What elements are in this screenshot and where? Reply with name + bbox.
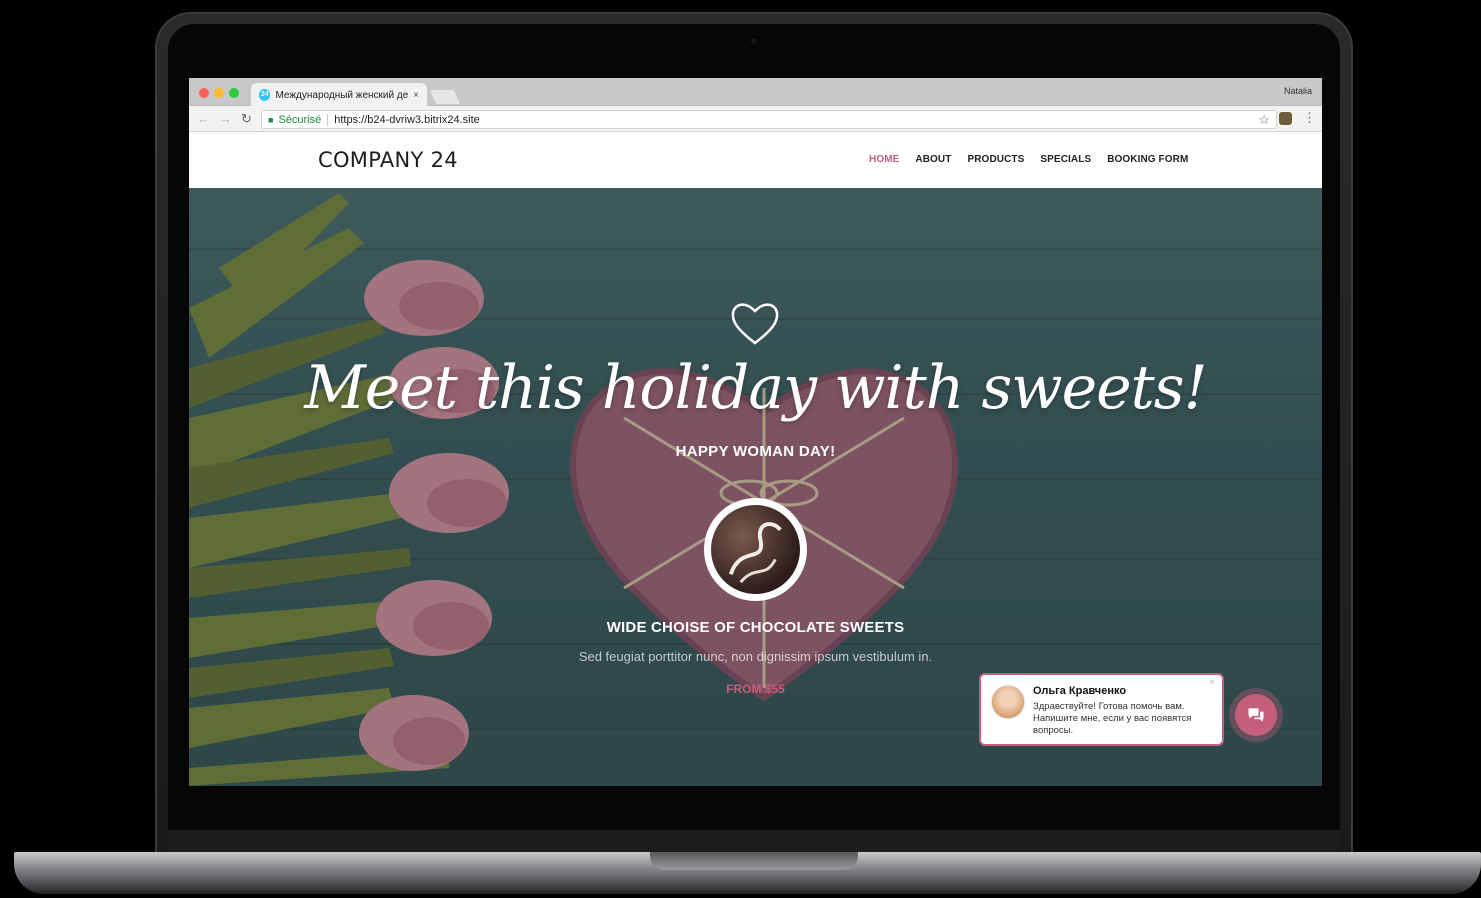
camera-icon: [751, 38, 757, 44]
nav-booking-form[interactable]: BOOKING FORM: [1107, 154, 1188, 165]
browser-menu-icon[interactable]: ⋮: [1303, 110, 1316, 126]
hero-section: Meet this holiday with sweets! HAPPY WOM…: [189, 188, 1322, 786]
tab-close-icon[interactable]: ×: [413, 90, 419, 101]
site-nav: HOME ABOUT PRODUCTS SPECIALS BOOKING FOR…: [869, 154, 1188, 165]
nav-about[interactable]: ABOUT: [915, 154, 951, 165]
chat-popup[interactable]: Ольга Кравченко Здравствуйте! Готова пом…: [979, 673, 1224, 746]
profile-name[interactable]: Natalia: [1284, 86, 1312, 96]
operator-avatar: [991, 685, 1025, 719]
forward-arrow-icon[interactable]: →: [219, 111, 232, 126]
product-title: WIDE CHOISE OF CHOCOLATE SWEETS: [606, 619, 905, 636]
hero-title: Meet this holiday with sweets!: [304, 353, 1207, 423]
nav-specials[interactable]: SPECIALS: [1040, 154, 1091, 165]
extension-icon[interactable]: [1279, 112, 1292, 125]
tab-title: Международный женский де: [275, 89, 409, 101]
site-logo[interactable]: COMPANY 24: [318, 148, 458, 172]
new-tab-button[interactable]: [429, 90, 461, 104]
nav-home[interactable]: HOME: [869, 154, 899, 165]
chat-button-inner: [1235, 694, 1277, 736]
browser-toolbar: ← → ↻ ■ Sécurisé https://b24-dvriw3.bitr…: [189, 106, 1322, 132]
window-minimize-button[interactable]: [214, 88, 224, 98]
window-close-button[interactable]: [199, 88, 209, 98]
reload-icon[interactable]: ↻: [241, 111, 252, 127]
back-arrow-icon[interactable]: ←: [197, 111, 210, 126]
heart-outline-icon: [731, 303, 779, 345]
product-image: [704, 498, 807, 601]
chat-open-button[interactable]: [1229, 688, 1283, 742]
browser-tabbar: 24 Международный женский де × Natalia: [189, 78, 1322, 107]
operator-name: Ольга Кравченко: [1033, 685, 1127, 697]
window-zoom-button[interactable]: [229, 88, 239, 98]
laptop-chin: [168, 830, 1340, 854]
browser-tab[interactable]: 24 Международный женский де ×: [251, 83, 427, 107]
secure-label: Sécurisé: [278, 113, 322, 126]
chat-bubbles-icon: [1248, 708, 1264, 722]
chat-message: Здравствуйте! Готова помочь вам. Напишит…: [1033, 701, 1192, 736]
site-header: COMPANY 24 HOME ABOUT PRODUCTS SPECIALS …: [189, 133, 1322, 188]
omnibox-separator: [327, 113, 329, 126]
hero-subtitle: HAPPY WOMAN DAY!: [675, 443, 836, 460]
screen: 24 Международный женский де × Natalia ← …: [189, 78, 1322, 786]
url-text: https://b24-dvriw3.bitrix24.site: [334, 113, 480, 126]
product-description: Sed feugiat porttitor nunc, non dignissi…: [578, 649, 933, 664]
address-bar[interactable]: ■ Sécurisé https://b24-dvriw3.bitrix24.s…: [261, 110, 1277, 129]
bitrix24-favicon-icon: 24: [259, 89, 271, 101]
lock-icon: ■: [268, 114, 274, 125]
chocolate-photo: [711, 505, 800, 594]
chat-close-icon[interactable]: ×: [1209, 677, 1215, 688]
bookmark-star-icon[interactable]: ☆: [1258, 112, 1270, 128]
nav-products[interactable]: PRODUCTS: [967, 154, 1024, 165]
laptop-notch: [650, 852, 858, 870]
